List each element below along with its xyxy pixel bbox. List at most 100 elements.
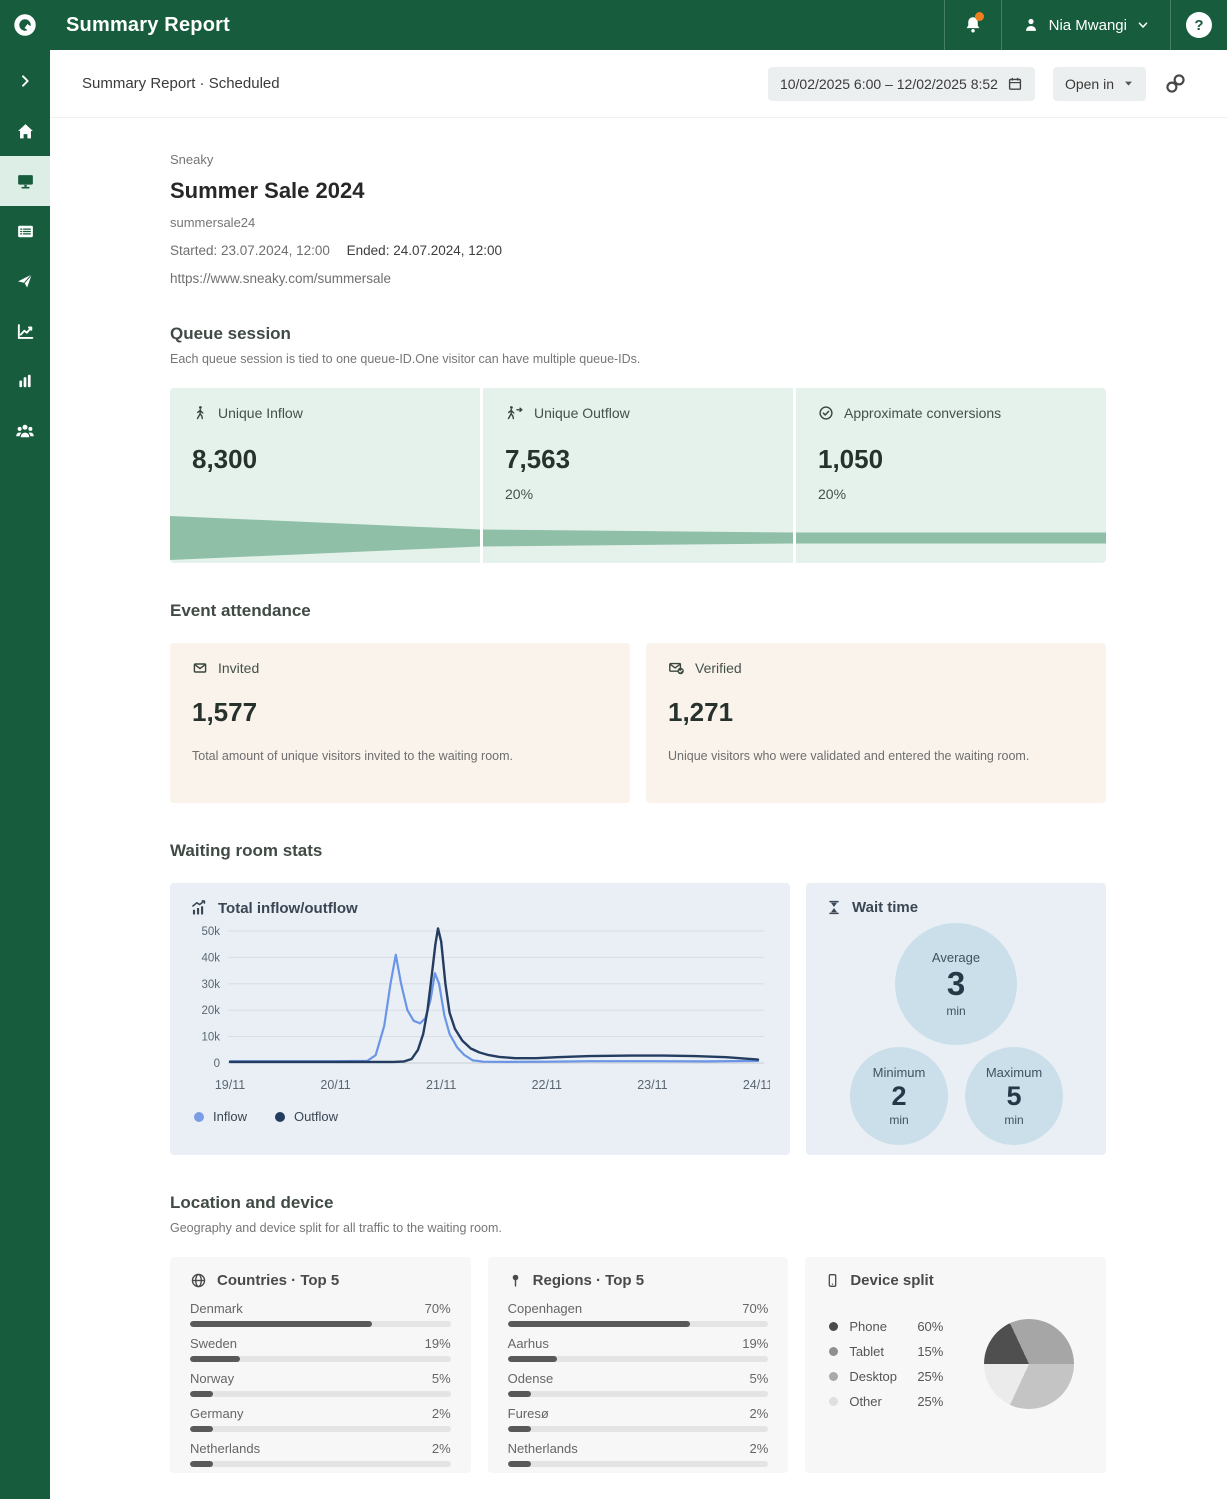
location-percent: 2% — [750, 1406, 769, 1421]
home-icon — [16, 122, 35, 141]
device-name: Tablet — [849, 1344, 917, 1359]
mail-icon — [192, 660, 208, 676]
sidebar-item-analytics[interactable] — [0, 306, 50, 356]
location-label: Norway — [190, 1371, 234, 1386]
user-menu[interactable]: Nia Mwangi — [1001, 0, 1170, 50]
list-icon — [16, 222, 35, 241]
event-attendance-title: Event attendance — [170, 601, 1106, 621]
sidebar-item-home[interactable] — [0, 106, 50, 156]
location-device-title: Location and device — [170, 1193, 1106, 1213]
waiting-room-stats-title: Waiting room stats — [170, 841, 1106, 861]
notifications-button[interactable] — [944, 0, 1001, 50]
maximum-label: Maximum — [986, 1065, 1042, 1080]
q-logo-icon — [12, 12, 38, 38]
countries-card: Countries · Top 5 Denmark70%Sweden19%Nor… — [170, 1257, 471, 1473]
percent-bar — [190, 1391, 451, 1397]
app-logo[interactable] — [0, 0, 50, 50]
unique-inflow-card: Unique Inflow 8,300 — [170, 388, 480, 563]
wait-time-card: Wait time Average 3 min Minimum 2 min Ma… — [806, 883, 1106, 1155]
sidebar-item-reports[interactable] — [0, 356, 50, 406]
region-row: Aarhus 19% — [508, 1336, 769, 1362]
approximate-conversions-value: 1,050 — [818, 444, 1084, 475]
svg-text:19/11: 19/11 — [215, 1078, 245, 1092]
campaign-url: https://www.sneaky.com/summersale — [170, 271, 1106, 286]
outflow-legend-label: Outflow — [294, 1109, 338, 1124]
help-button[interactable]: ? — [1170, 0, 1227, 50]
copy-link-button[interactable] — [1164, 72, 1187, 95]
approximate-conversions-percent: 20% — [818, 486, 1084, 502]
location-label: Furesø — [508, 1406, 549, 1421]
open-in-dropdown[interactable]: Open in — [1053, 67, 1146, 101]
svg-text:22/11: 22/11 — [532, 1078, 562, 1092]
verified-value: 1,271 — [668, 697, 1084, 728]
location-label: Sweden — [190, 1336, 237, 1351]
mail-check-icon — [668, 660, 685, 676]
approximate-conversions-card: Approximate conversions 1,050 20% — [796, 388, 1106, 563]
chevron-right-icon — [17, 73, 33, 89]
device-legend-item: Other25% — [829, 1394, 943, 1409]
report-content: Sneaky Summer Sale 2024 summersale24 Sta… — [170, 118, 1106, 1473]
region-row: Copenhagen70% — [508, 1301, 769, 1327]
user-avatar-icon — [1022, 16, 1040, 34]
device-percent: 15% — [917, 1344, 943, 1359]
device-legend-item: Desktop25% — [829, 1369, 943, 1384]
device-name: Desktop — [849, 1369, 917, 1384]
queue-session-title: Queue session — [170, 324, 1106, 344]
minimum-wait-circle: Minimum 2 min — [850, 1047, 948, 1145]
open-in-label: Open in — [1065, 76, 1114, 92]
regions-title: Regions · Top 5 — [533, 1272, 644, 1289]
device-legend-item: Tablet15% — [829, 1344, 943, 1359]
percent-bar — [190, 1356, 451, 1362]
location-percent: 70% — [742, 1301, 768, 1316]
legend-inflow: Inflow — [194, 1109, 247, 1124]
svg-text:20/11: 20/11 — [320, 1078, 350, 1092]
sidebar-item-list[interactable] — [0, 206, 50, 256]
countrie-row: Germany2% — [190, 1406, 451, 1432]
sidebar-item-campaigns[interactable] — [0, 256, 50, 306]
date-range-picker[interactable]: 10/02/2025 6:00 – 12/02/2025 8:52 — [768, 67, 1035, 101]
toolbar-actions: 10/02/2025 6:00 – 12/02/2025 8:52 Open i… — [768, 67, 1187, 101]
device-percent: 60% — [917, 1319, 943, 1334]
regions-rows: Copenhagen70%Aarhus19%Odense5%Furesø2%Ne… — [508, 1301, 769, 1467]
approximate-conversions-label: Approximate conversions — [844, 405, 1001, 421]
legend-dot-icon — [829, 1372, 838, 1381]
line-chart-icon — [16, 322, 35, 341]
device-name: Phone — [849, 1319, 917, 1334]
device-pie-chart — [984, 1319, 1074, 1409]
percent-bar — [508, 1461, 769, 1467]
device-name: Other — [849, 1394, 917, 1409]
average-value: 3 — [947, 967, 965, 1002]
sidebar-expand-button[interactable] — [0, 56, 50, 106]
location-percent: 2% — [432, 1406, 451, 1421]
device-legend-item: Phone60% — [829, 1319, 943, 1334]
maximum-value: 5 — [1006, 1082, 1021, 1110]
sidebar — [0, 50, 50, 1499]
minimum-value: 2 — [891, 1082, 906, 1110]
inflow-dot-icon — [194, 1112, 204, 1122]
calendar-icon — [1007, 76, 1023, 92]
average-label: Average — [932, 950, 980, 965]
svg-text:24/11: 24/11 — [743, 1078, 770, 1092]
location-label: Aarhus — [508, 1336, 549, 1351]
location-label: Odense — [508, 1371, 554, 1386]
location-device-cards: Countries · Top 5 Denmark70%Sweden19%Nor… — [170, 1257, 1106, 1473]
monitor-icon — [16, 172, 35, 191]
map-pin-icon — [508, 1272, 523, 1289]
waiting-room-cards: Total inflow/outflow 010k20k30k40k50k19/… — [170, 883, 1106, 1155]
chevron-down-icon — [1136, 18, 1150, 32]
funnel-segment-3 — [796, 513, 1106, 563]
maximum-wait-circle: Maximum 5 min — [965, 1047, 1063, 1145]
location-percent: 5% — [432, 1371, 451, 1386]
wait-time-title: Wait time — [852, 899, 918, 916]
region-row: Furesø 2% — [508, 1406, 769, 1432]
location-percent: 19% — [742, 1336, 768, 1351]
breadcrumb: Summary Report · Scheduled — [82, 75, 280, 92]
device-split-body: Phone60%Tablet15%Desktop25%Other25% — [825, 1319, 1086, 1409]
percent-bar — [190, 1461, 451, 1467]
minimum-label: Minimum — [873, 1065, 926, 1080]
location-percent: 5% — [750, 1371, 769, 1386]
sidebar-item-waiting-rooms[interactable] — [0, 156, 50, 206]
toolbar: Summary Report · Scheduled 10/02/2025 6:… — [50, 50, 1227, 118]
device-percent: 25% — [917, 1394, 943, 1409]
sidebar-item-users[interactable] — [0, 406, 50, 456]
